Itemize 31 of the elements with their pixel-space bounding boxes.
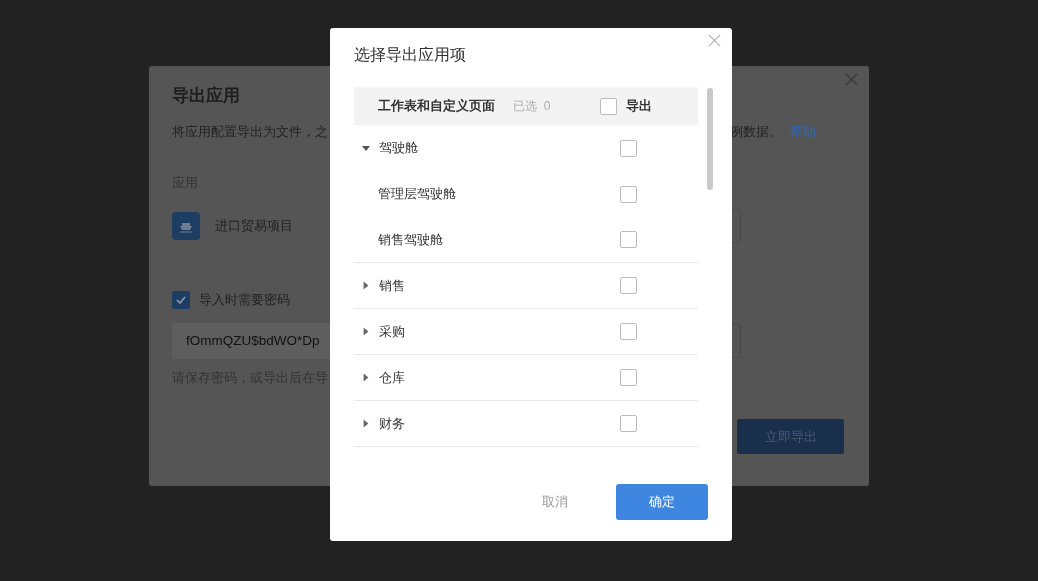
- tree-item[interactable]: 采购: [379, 322, 405, 341]
- checkbox[interactable]: [600, 97, 617, 115]
- tree-item[interactable]: 仓库: [379, 368, 405, 387]
- ship-icon: [172, 212, 200, 240]
- modal-title: 选择导出应用项: [354, 45, 467, 65]
- checkbox[interactable]: [620, 231, 637, 248]
- dialog-title: 导出应用: [172, 85, 240, 107]
- collapse-icon[interactable]: [362, 143, 370, 153]
- tree-item[interactable]: 管理层驾驶舱: [378, 185, 456, 203]
- expand-icon[interactable]: [362, 373, 370, 382]
- tree-item[interactable]: 销售: [379, 276, 405, 295]
- tree-item[interactable]: 销售驾驶舱: [378, 230, 443, 249]
- checkbox[interactable]: [620, 415, 637, 432]
- confirm-button[interactable]: 确定: [616, 484, 708, 520]
- close-icon[interactable]: [845, 73, 858, 86]
- checkbox[interactable]: [620, 185, 637, 203]
- column-header: 导出: [626, 97, 652, 115]
- expand-icon[interactable]: [362, 327, 370, 336]
- checkbox[interactable]: [620, 139, 637, 157]
- tree-item[interactable]: 驾驶舱: [379, 139, 418, 157]
- selected-count: 已选 0: [513, 97, 552, 115]
- checkbox[interactable]: [172, 291, 190, 309]
- expand-icon[interactable]: [362, 281, 370, 290]
- scrollbar[interactable]: [707, 88, 713, 190]
- checkbox[interactable]: [620, 323, 637, 340]
- column-header: 工作表和自定义页面: [378, 97, 496, 115]
- close-icon[interactable]: [708, 34, 721, 47]
- checkbox[interactable]: [620, 369, 637, 386]
- checkbox[interactable]: [620, 277, 637, 294]
- expand-icon[interactable]: [362, 419, 370, 428]
- tree-item[interactable]: 财务: [379, 414, 405, 433]
